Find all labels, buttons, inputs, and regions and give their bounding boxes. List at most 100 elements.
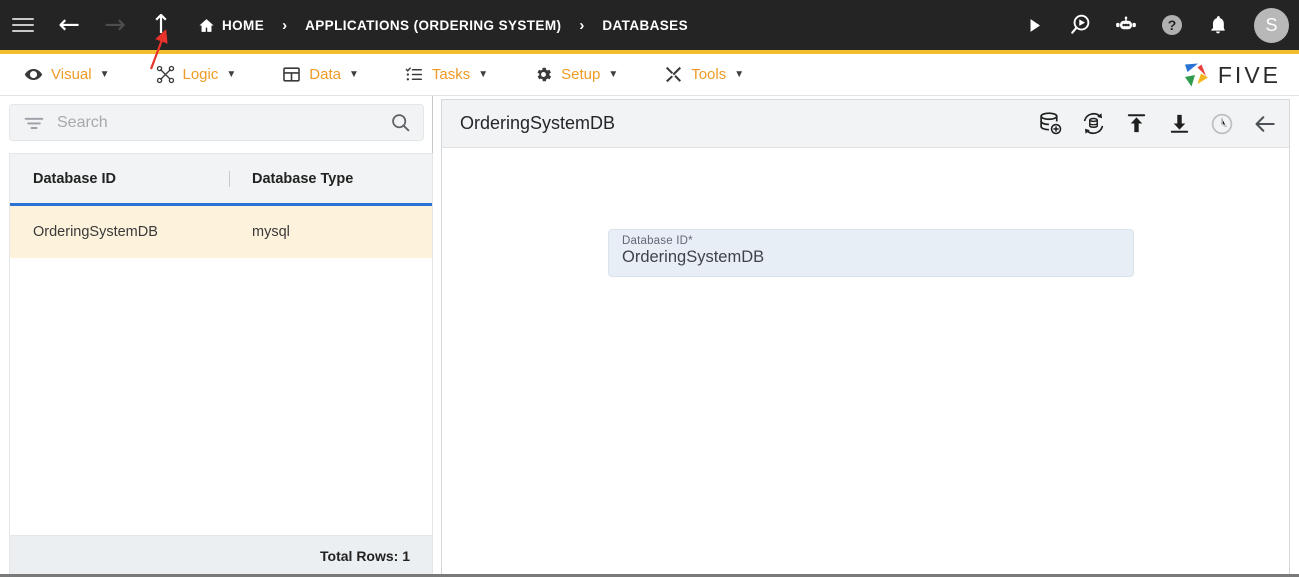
up-arrow-icon: ↑ xyxy=(150,10,172,40)
detail-panel-body: Database ID* OrderingSystemDB xyxy=(442,148,1289,577)
breadcrumb-separator-1: › xyxy=(282,16,288,34)
cell-database-type: mysql xyxy=(252,224,290,240)
assistant-button[interactable] xyxy=(1110,9,1142,41)
chevron-down-icon: ▼ xyxy=(608,69,619,80)
search-input[interactable]: Search xyxy=(9,104,424,141)
menu-item-logic[interactable]: Logic ▼ xyxy=(150,54,243,96)
breadcrumb-item-databases[interactable]: DATABASES xyxy=(602,18,688,33)
chevron-down-icon: ▼ xyxy=(99,69,110,80)
upload-button[interactable] xyxy=(1120,108,1152,140)
main-menu-bar: Visual ▼ Logic ▼ Data ▼ Tasks ▼ Setup ▼ … xyxy=(0,54,1299,96)
user-avatar[interactable]: S xyxy=(1254,7,1289,43)
detail-panel-actions xyxy=(1034,108,1281,140)
bell-icon xyxy=(1211,16,1225,34)
back-button[interactable] xyxy=(1249,108,1281,140)
question-circle-icon: ? xyxy=(1162,15,1182,35)
home-icon xyxy=(199,18,214,32)
back-button[interactable]: ← xyxy=(46,0,92,50)
clock-icon xyxy=(1211,113,1233,134)
top-nav-actions: ? S xyxy=(1018,0,1289,50)
menu-label-setup: Setup xyxy=(561,66,601,83)
breadcrumb-label-home: HOME xyxy=(222,17,265,33)
column-header-database-id[interactable]: Database ID xyxy=(33,171,229,187)
hamburger-icon xyxy=(12,18,34,32)
database-id-value: OrderingSystemDB xyxy=(622,248,765,266)
tools-icon xyxy=(666,66,682,83)
table-row[interactable]: OrderingSystemDB mysql xyxy=(10,206,432,258)
chevron-down-icon: ▼ xyxy=(348,69,359,80)
download-icon xyxy=(1170,114,1188,133)
breadcrumb-separator-2: › xyxy=(579,16,585,34)
required-marker: * xyxy=(688,235,693,247)
table-header-row: Database ID Database Type xyxy=(10,154,432,206)
breadcrumb: HOME › APPLICATIONS (ORDERING SYSTEM) › … xyxy=(198,17,688,34)
brand-name: FIVE xyxy=(1217,61,1281,88)
breadcrumb-item-home[interactable]: HOME xyxy=(198,17,264,34)
column-divider xyxy=(229,170,230,187)
menu-label-tools: Tools xyxy=(691,66,727,83)
search-run-button[interactable] xyxy=(1064,9,1096,41)
chevron-down-icon: ▼ xyxy=(478,69,489,80)
column-header-database-type[interactable]: Database Type xyxy=(252,171,353,187)
database-refresh-icon xyxy=(1083,112,1103,135)
filter-icon xyxy=(24,117,44,129)
menu-item-visual[interactable]: Visual ▼ xyxy=(18,54,116,96)
page-title: OrderingSystemDB xyxy=(460,113,616,133)
search-icon[interactable] xyxy=(390,112,411,133)
hamburger-menu-button[interactable] xyxy=(0,0,46,50)
database-id-label: Database ID* xyxy=(622,235,1133,247)
total-rows-label: Total Rows: 1 xyxy=(320,548,410,564)
sync-database-button[interactable] xyxy=(1077,108,1109,140)
chevron-down-icon: ▼ xyxy=(226,69,237,80)
download-button[interactable] xyxy=(1163,108,1195,140)
help-button[interactable]: ? xyxy=(1156,9,1188,41)
notifications-button[interactable] xyxy=(1202,9,1234,41)
top-nav-controls: ← → ↑ HOME › APPLICATIONS (ORDERING SYST… xyxy=(0,0,688,50)
table-icon xyxy=(283,67,301,82)
five-pinwheel-icon xyxy=(1184,63,1208,87)
top-navigation-bar: ← → ↑ HOME › APPLICATIONS (ORDERING SYST… xyxy=(0,0,1299,50)
back-arrow-icon: ← xyxy=(58,10,80,40)
search-placeholder: Search xyxy=(57,113,108,131)
gear-icon xyxy=(537,67,552,82)
upload-icon xyxy=(1127,114,1145,133)
forward-button[interactable]: → xyxy=(92,0,138,50)
app-window: ← → ↑ HOME › APPLICATIONS (ORDERING SYST… xyxy=(0,0,1299,577)
menu-item-setup[interactable]: Setup ▼ xyxy=(528,54,624,96)
detail-panel-header: OrderingSystemDB xyxy=(442,100,1289,148)
search-play-icon xyxy=(1070,14,1089,34)
history-button[interactable] xyxy=(1206,108,1238,140)
menu-item-tasks[interactable]: Tasks ▼ xyxy=(399,54,494,96)
breadcrumb-item-applications[interactable]: APPLICATIONS (ORDERING SYSTEM) xyxy=(305,18,561,33)
databases-table: Database ID Database Type OrderingSystem… xyxy=(9,153,433,577)
menu-label-tasks: Tasks xyxy=(431,66,471,83)
nodes-icon xyxy=(156,65,174,84)
menu-label-visual: Visual xyxy=(51,66,92,83)
run-button[interactable] xyxy=(1018,9,1050,41)
eye-icon xyxy=(24,68,43,81)
back-arrow-icon xyxy=(1255,115,1275,132)
breadcrumb-label-databases: DATABASES xyxy=(602,17,688,33)
database-detail-panel: OrderingSystemDB Database ID* OrderingSy… xyxy=(441,99,1290,577)
robot-icon xyxy=(1116,16,1136,30)
checklist-icon xyxy=(405,67,422,81)
chevron-down-icon: ▼ xyxy=(734,69,745,80)
menu-item-tools[interactable]: Tools ▼ xyxy=(658,54,750,96)
new-database-button[interactable] xyxy=(1034,108,1066,140)
menu-label-data: Data xyxy=(309,66,341,83)
table-body: OrderingSystemDB mysql xyxy=(10,206,432,577)
play-icon xyxy=(1030,18,1040,32)
databases-list-panel: Search Database ID Database Type Orderin… xyxy=(0,96,433,577)
svg-text:?: ? xyxy=(1168,17,1177,33)
menu-label-logic: Logic xyxy=(182,66,219,83)
brand-logo: FIVE xyxy=(1181,54,1281,96)
forward-arrow-icon: → xyxy=(104,10,126,40)
up-button[interactable]: ↑ xyxy=(138,0,184,50)
database-id-label-text: Database ID xyxy=(622,235,689,247)
cell-database-id: OrderingSystemDB xyxy=(33,224,158,240)
database-add-icon xyxy=(1039,112,1061,135)
database-id-field[interactable]: Database ID* OrderingSystemDB xyxy=(608,229,1134,277)
menu-item-data[interactable]: Data ▼ xyxy=(276,54,365,96)
breadcrumb-label-applications: APPLICATIONS (ORDERING SYSTEM) xyxy=(305,17,562,33)
avatar-initial: S xyxy=(1265,14,1278,35)
